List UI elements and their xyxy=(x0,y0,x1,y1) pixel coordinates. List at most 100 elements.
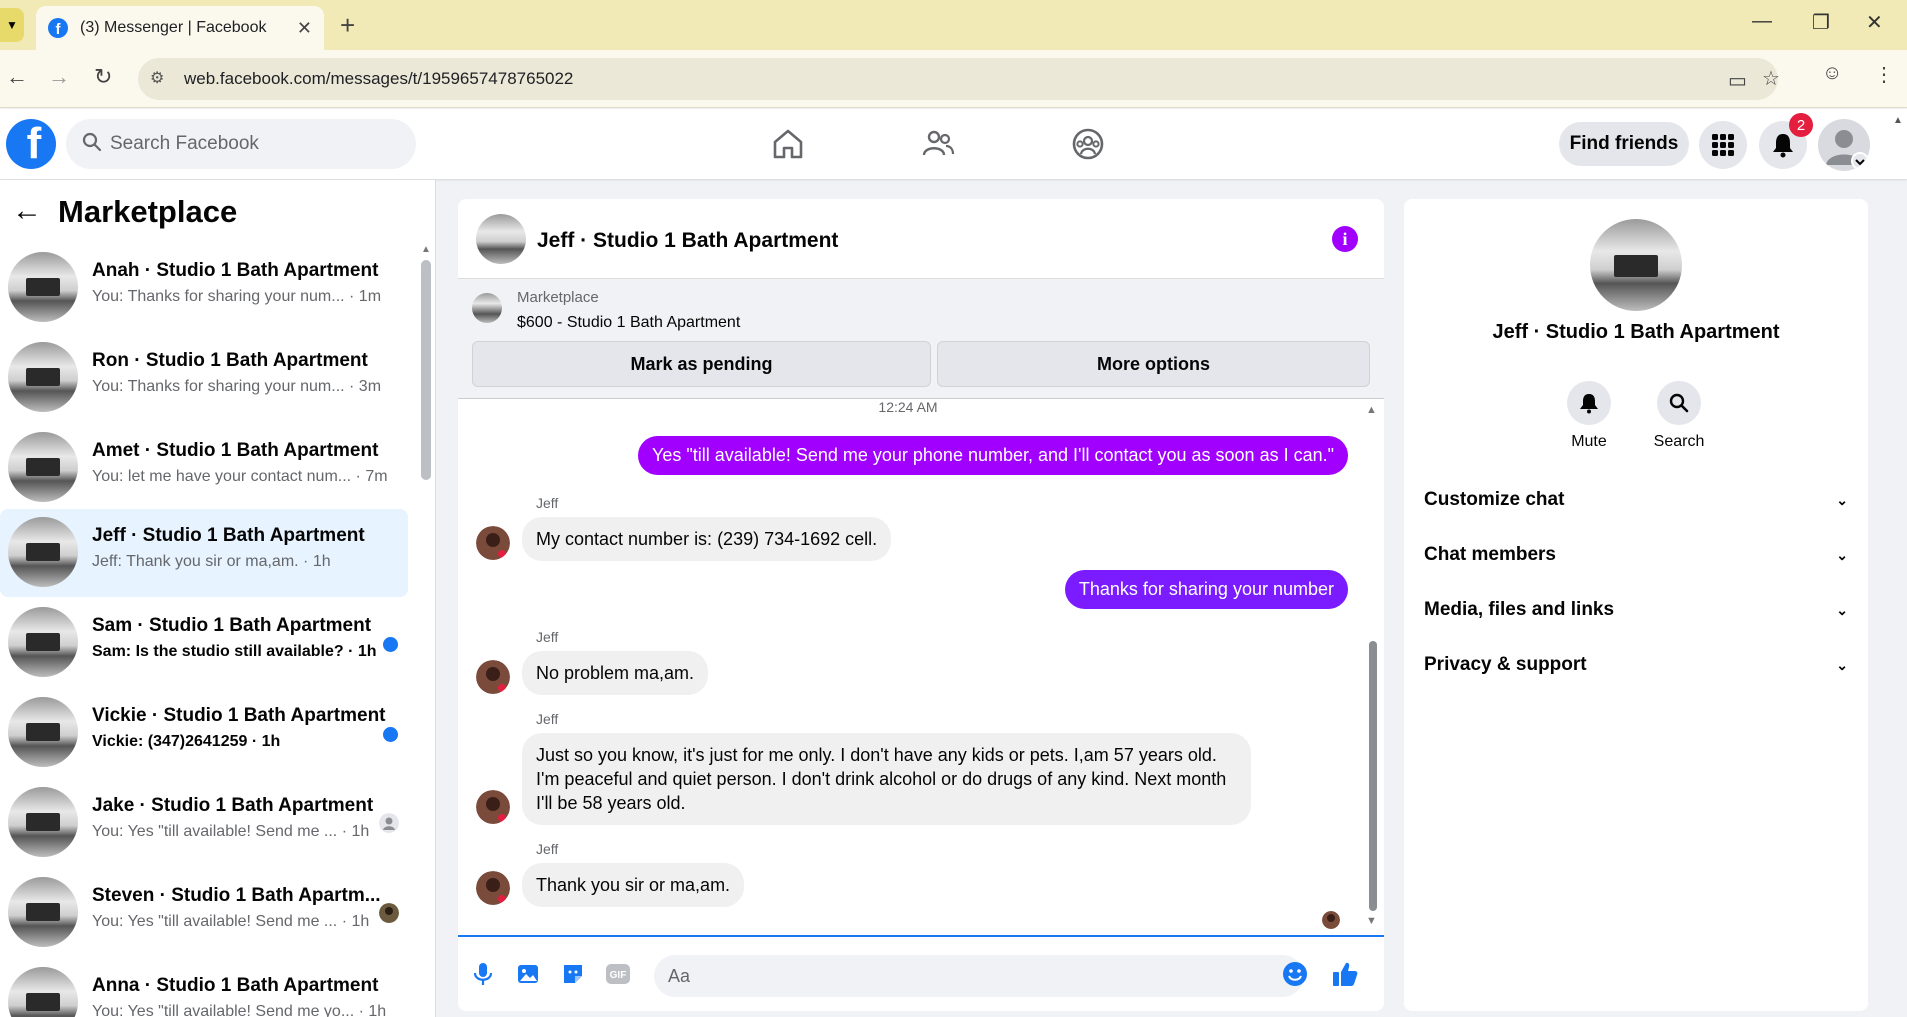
conversation-item[interactable]: Vickie · Studio 1 Bath Apartment Vickie:… xyxy=(0,689,408,777)
privacy-support-section[interactable]: Privacy & support ⌄ xyxy=(1424,645,1848,685)
back-arrow-icon[interactable]: ← xyxy=(12,194,42,228)
chat-header: Jeff · Studio 1 Bath Apartment i xyxy=(458,199,1384,279)
customize-chat-section[interactable]: Customize chat ⌄ xyxy=(1424,480,1848,520)
search-in-conversation-button[interactable]: Search xyxy=(1634,381,1724,451)
tab-close-icon[interactable]: ✕ xyxy=(297,18,312,39)
close-window-button[interactable]: ✕ xyxy=(1866,10,1883,35)
microphone-icon[interactable] xyxy=(468,959,498,989)
groups-icon[interactable] xyxy=(1070,126,1106,162)
search-placeholder: Search Facebook xyxy=(110,133,259,154)
seen-indicator-avatar xyxy=(1322,911,1340,929)
page-scroll-up-icon[interactable]: ▲ xyxy=(1893,115,1903,126)
message-composer: GIF xyxy=(458,935,1384,1011)
incoming-message[interactable]: Thank you sir or ma,am. xyxy=(522,863,745,907)
facebook-header: f Search Facebook Find friends xyxy=(0,109,1907,179)
sticker-icon[interactable] xyxy=(558,959,588,989)
outgoing-message[interactable]: Yes "till available! Send me your phone … xyxy=(638,436,1348,475)
message-timestamp: 12:24 AM xyxy=(878,399,938,415)
sender-avatar[interactable] xyxy=(476,871,510,905)
restore-button[interactable]: ❐ xyxy=(1812,10,1830,35)
tab-search-button[interactable]: ▼ xyxy=(0,8,24,42)
listing-title[interactable]: $600 - Studio 1 Bath Apartment xyxy=(517,314,740,332)
message-input[interactable] xyxy=(654,955,1304,997)
chat-scroll-up-icon[interactable]: ▲ xyxy=(1366,404,1377,416)
listing-thumbnail xyxy=(8,517,78,587)
listing-thumbnail xyxy=(8,342,78,412)
conversation-name: Steven · Studio 1 Bath Apartm... xyxy=(92,885,381,906)
svg-text:GIF: GIF xyxy=(610,970,627,981)
sender-name: Jeff xyxy=(536,841,559,857)
profile-icon[interactable]: ☺ xyxy=(1822,62,1842,85)
minimize-button[interactable]: — xyxy=(1752,10,1772,33)
media-files-links-section[interactable]: Media, files and links ⌄ xyxy=(1424,590,1848,630)
conversation-item[interactable]: Anah · Studio 1 Bath Apartment You: Than… xyxy=(0,244,408,332)
sidebar-scrollbar[interactable] xyxy=(421,260,431,480)
facebook-logo-icon[interactable]: f xyxy=(6,119,56,169)
install-app-icon[interactable]: ▭ xyxy=(1728,68,1747,93)
bell-icon xyxy=(1567,381,1611,425)
sidebar-scroll-up-icon[interactable]: ▲ xyxy=(421,244,431,255)
friends-icon[interactable] xyxy=(920,126,956,162)
browser-menu-icon[interactable]: ⋮ xyxy=(1874,62,1894,87)
facebook-favicon-icon: f xyxy=(48,18,68,38)
sender-avatar[interactable] xyxy=(476,790,510,824)
emoji-icon[interactable] xyxy=(1280,959,1310,989)
incoming-message[interactable]: No problem ma,am. xyxy=(522,651,709,695)
home-icon[interactable] xyxy=(770,126,806,162)
reload-button[interactable]: ↻ xyxy=(94,64,112,90)
mute-label: Mute xyxy=(1571,433,1607,450)
conversation-name: Anah · Studio 1 Bath Apartment xyxy=(92,260,379,281)
marketplace-sidebar: ← Marketplace Anah · Studio 1 Bath Apart… xyxy=(0,180,436,1017)
listing-thumbnail xyxy=(8,607,78,677)
conversation-item[interactable]: Ron · Studio 1 Bath Apartment You: Thank… xyxy=(0,334,408,422)
incoming-message[interactable]: Just so you know, it's just for me only.… xyxy=(522,733,1251,825)
conversation-name: Jeff · Studio 1 Bath Apartment xyxy=(92,525,365,546)
conversation-item[interactable]: Steven · Studio 1 Bath Apartm... You: Ye… xyxy=(0,869,408,957)
conversation-preview: You: Yes "till available! Send me ... · … xyxy=(92,823,370,840)
conversation-preview: You: Yes "till available! Send me yo... … xyxy=(92,1003,387,1017)
chat-title[interactable]: Jeff · Studio 1 Bath Apartment xyxy=(537,229,838,253)
conversation-item-active[interactable]: Jeff · Studio 1 Bath Apartment Jeff: Tha… xyxy=(0,509,408,597)
site-info-icon[interactable]: ⚙ xyxy=(150,68,164,88)
conversation-preview: Sam: Is the studio still available? · 1h xyxy=(92,643,377,660)
bookmark-star-icon[interactable]: ☆ xyxy=(1762,66,1780,91)
listing-thumbnail xyxy=(8,967,78,1017)
menu-grid-button[interactable] xyxy=(1699,121,1747,169)
search-facebook-input[interactable]: Search Facebook xyxy=(66,119,416,169)
mark-as-pending-button[interactable]: Mark as pending xyxy=(472,341,931,387)
chat-avatar[interactable] xyxy=(476,214,526,264)
chat-members-section[interactable]: Chat members ⌄ xyxy=(1424,535,1848,575)
chat-scrollbar[interactable] xyxy=(1369,641,1377,911)
conversation-name: Anna · Studio 1 Bath Apartment xyxy=(92,975,379,996)
more-options-button[interactable]: More options xyxy=(937,341,1370,387)
active-tab[interactable]: f (3) Messenger | Facebook ✕ xyxy=(36,6,324,50)
conversation-item[interactable]: Anna · Studio 1 Bath Apartment You: Yes … xyxy=(0,959,408,1017)
forward-button[interactable]: → xyxy=(48,64,70,90)
sender-avatar[interactable] xyxy=(476,526,510,560)
listing-thumbnail[interactable] xyxy=(472,293,502,323)
conversation-item[interactable]: Sam · Studio 1 Bath Apartment Sam: Is th… xyxy=(0,599,408,687)
address-bar[interactable]: ⚙ web.facebook.com/messages/t/1959657478… xyxy=(138,58,1780,100)
outgoing-message[interactable]: Thanks for sharing your number xyxy=(1064,570,1348,609)
photo-icon[interactable] xyxy=(513,959,543,989)
url-text: web.facebook.com/messages/t/195965747876… xyxy=(184,69,574,88)
conversation-name: Ron · Studio 1 Bath Apartment xyxy=(92,350,368,371)
conversation-item[interactable]: Jake · Studio 1 Bath Apartment You: Yes … xyxy=(0,779,408,867)
marketplace-listing-bar: Marketplace $600 - Studio 1 Bath Apartme… xyxy=(458,279,1384,399)
conversation-item[interactable]: Amet · Studio 1 Bath Apartment You: let … xyxy=(0,424,408,512)
tab-title: (3) Messenger | Facebook xyxy=(80,19,267,36)
listing-thumbnail xyxy=(8,432,78,502)
chat-scroll-down-icon[interactable]: ▼ xyxy=(1366,915,1377,927)
info-icon[interactable]: i xyxy=(1332,226,1358,252)
account-avatar[interactable] xyxy=(1818,119,1870,171)
back-button[interactable]: ← xyxy=(6,64,28,90)
thumbs-up-icon[interactable] xyxy=(1330,959,1360,989)
incoming-message[interactable]: My contact number is: (239) 734-1692 cel… xyxy=(522,517,892,561)
find-friends-button[interactable]: Find friends xyxy=(1559,122,1689,166)
marketplace-label: Marketplace xyxy=(517,289,599,306)
sender-avatar[interactable] xyxy=(476,660,510,694)
mute-button[interactable]: Mute xyxy=(1544,381,1634,451)
section-label: Chat members xyxy=(1424,544,1556,565)
gif-icon[interactable]: GIF xyxy=(603,959,633,989)
new-tab-button[interactable]: + xyxy=(340,10,355,41)
